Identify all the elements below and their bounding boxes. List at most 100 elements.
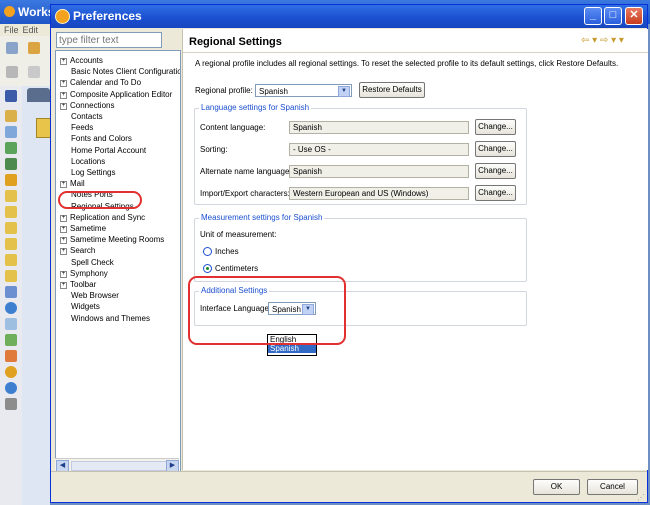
expand-icon[interactable]: + <box>60 282 67 289</box>
tree-item[interactable]: + Replication and Sync <box>60 212 145 223</box>
change-alternate-name-button[interactable]: Change... <box>475 163 516 179</box>
maximize-button[interactable]: □ <box>604 7 622 25</box>
globe-icon[interactable] <box>5 302 17 314</box>
tree-item[interactable]: + Calendar and To Do <box>60 77 141 88</box>
dialog-titlebar[interactable]: Preferences _ □ ✕ <box>51 5 647 28</box>
content-language-label: Content language: <box>200 123 266 132</box>
tree-item[interactable]: + Sametime Meeting Rooms <box>60 234 164 245</box>
folder-icon[interactable] <box>5 206 17 218</box>
preference-tree: + Accounts Basic Notes Client Configuratio… <box>55 50 181 472</box>
background-tab[interactable] <box>27 88 50 102</box>
restore-defaults-button[interactable]: Restore Defaults <box>359 82 425 98</box>
tree-item-label: Replication and Sync <box>70 212 146 222</box>
folder-icon[interactable] <box>5 222 17 234</box>
tree-horizontal-scrollbar[interactable]: ◀ ▶ <box>55 458 179 472</box>
chevron-down-icon[interactable]: ▼ <box>338 86 350 97</box>
settings-pane: Regional Settings ⇦ ▾ ⇨ ▾ ▾ A regional p… <box>182 29 648 470</box>
expand-icon[interactable]: + <box>60 214 67 222</box>
regional-profile-select[interactable]: Spanish ▼ <box>255 84 352 97</box>
calendar-icon[interactable] <box>5 126 17 138</box>
contacts-icon[interactable] <box>5 142 17 154</box>
tree-item[interactable]: Windows and Themes <box>60 313 150 324</box>
folder-icon[interactable] <box>5 238 17 250</box>
minimize-button[interactable]: _ <box>584 7 602 25</box>
change-sorting-button[interactable]: Change... <box>475 141 516 157</box>
database-icon[interactable] <box>5 286 17 298</box>
tree-item[interactable]: Spell Check <box>60 257 114 268</box>
tree-item[interactable]: + Composite Application Editor <box>60 89 172 100</box>
sorting-label: Sorting: <box>200 145 228 154</box>
tree-item[interactable]: Fonts and Colors <box>60 133 132 144</box>
close-button[interactable]: ✕ <box>625 7 643 25</box>
tree-item[interactable]: Feeds <box>60 122 93 133</box>
folder-icon[interactable] <box>5 190 17 202</box>
expand-icon[interactable]: + <box>60 248 67 256</box>
toolbar-cut-icon[interactable] <box>6 66 18 78</box>
sametime-icon[interactable] <box>5 366 17 378</box>
ok-button[interactable]: OK <box>533 479 580 495</box>
radio-inches-indicator[interactable] <box>203 247 212 256</box>
tree-item[interactable]: + Symphony <box>60 268 108 279</box>
cancel-button[interactable]: Cancel <box>587 479 638 495</box>
tree-item[interactable]: Web Browser <box>60 290 119 301</box>
tree-item[interactable]: Log Settings <box>60 167 115 178</box>
tree-item[interactable]: + Mail <box>60 178 85 189</box>
tree-item[interactable]: + Toolbar <box>60 279 96 290</box>
tree-item[interactable]: Widgets <box>60 301 100 312</box>
tree-item-label: Contacts <box>71 112 103 121</box>
measurement-settings-group: Measurement settings for Spanish Unit of… <box>194 213 527 282</box>
radio-centimeters-indicator[interactable] <box>203 264 212 273</box>
expand-icon[interactable]: + <box>60 181 67 189</box>
sametime-icon[interactable] <box>5 174 17 186</box>
change-content-language-button[interactable]: Change... <box>475 119 516 135</box>
help-icon[interactable] <box>5 382 17 394</box>
expand-icon[interactable]: + <box>60 58 67 65</box>
expand-icon[interactable]: + <box>60 226 67 233</box>
tree-item-label: Windows and Themes <box>71 313 150 323</box>
import-export-characters-field: Western European and US (Windows) <box>289 187 469 200</box>
tree-item-label: Fonts and Colors <box>71 134 132 144</box>
tree-item[interactable]: Contacts <box>60 111 103 122</box>
mail-icon[interactable] <box>5 110 17 122</box>
toolbar-copy-icon[interactable] <box>6 42 18 54</box>
expand-icon[interactable]: + <box>60 80 67 88</box>
binoculars-icon[interactable] <box>5 90 17 102</box>
tree-item[interactable]: Locations <box>60 156 105 167</box>
folder-icon[interactable] <box>5 254 17 266</box>
dropdown-option-spanish[interactable]: Spanish <box>268 344 316 353</box>
history-arrows-icon[interactable]: ⇦ ▾ ⇨ ▾ ▾ <box>581 35 624 46</box>
change-import-export-button[interactable]: Change... <box>475 185 516 201</box>
scroll-thumb[interactable] <box>71 461 167 471</box>
tree-item-label: Accounts <box>70 56 103 65</box>
radio-inches[interactable]: Inches <box>203 247 239 256</box>
radio-centimeters[interactable]: Centimeters <box>203 264 258 273</box>
todo-icon[interactable] <box>5 158 17 170</box>
expand-icon[interactable]: + <box>60 91 67 99</box>
toolbar-home-icon[interactable] <box>28 42 40 54</box>
menu-edit[interactable]: Edit <box>23 25 39 35</box>
tree-item[interactable]: + Search <box>60 245 95 256</box>
tree-item[interactable]: Home Portal Account <box>60 145 146 156</box>
expand-icon[interactable]: + <box>60 270 67 278</box>
background-toolbar <box>0 36 50 87</box>
home-icon[interactable] <box>5 398 17 410</box>
tree-item-label: Web Browser <box>71 291 119 301</box>
regional-profile-label: Regional profile: <box>195 86 253 95</box>
spreadsheet-icon[interactable] <box>5 334 17 346</box>
tree-item[interactable]: + Connections <box>60 100 114 111</box>
document-icon[interactable] <box>5 318 17 330</box>
expand-icon[interactable]: + <box>60 102 67 110</box>
toolbar-paste-icon[interactable] <box>28 66 40 78</box>
tree-item[interactable]: + Sametime <box>60 223 106 234</box>
tree-item[interactable]: + Accounts <box>60 55 103 66</box>
tree-item[interactable]: Basic Notes Client Configuratior <box>60 66 180 77</box>
presentation-icon[interactable] <box>5 350 17 362</box>
measurement-group-title: Measurement settings for Spanish <box>199 213 325 222</box>
resize-grip-icon[interactable]: ⋰ <box>637 493 645 502</box>
folder-icon[interactable] <box>5 270 17 282</box>
expand-icon[interactable]: + <box>60 237 67 245</box>
filter-input[interactable] <box>56 32 162 48</box>
tree-item-label: Search <box>70 246 96 256</box>
menu-file[interactable]: File <box>4 25 19 35</box>
tree-item-label: Toolbar <box>70 280 97 289</box>
